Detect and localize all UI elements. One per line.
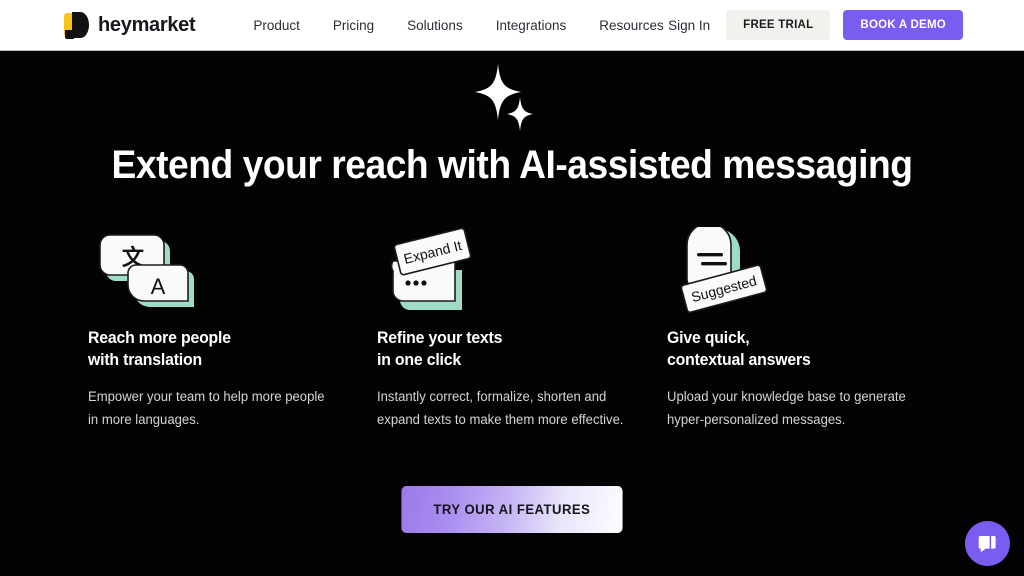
- feature-card-translation: 文 A Reach more people with translation E…: [88, 227, 377, 431]
- page-title: Extend your reach with AI-assisted messa…: [111, 143, 913, 187]
- expand-it-card-icon: Expand It: [377, 227, 487, 319]
- heymarket-logo-icon: [64, 11, 90, 39]
- suggested-reply-icon: Suggested: [667, 222, 777, 319]
- feature-title-answers: Give quick, contextual answers: [666, 329, 811, 369]
- nav-item-product[interactable]: Product: [253, 18, 300, 33]
- chat-bubble-icon: [978, 535, 996, 552]
- feature-title-translation: Reach more people with translation: [88, 329, 231, 369]
- nav-item-resources[interactable]: Resources: [599, 18, 664, 33]
- site-header: heymarket Product Pricing Solutions Inte…: [0, 0, 1024, 51]
- feature-card-answers: Suggested Give quick, contextual answers…: [666, 222, 956, 431]
- cta-container: TRY OUR AI FEATURES: [0, 486, 1024, 533]
- try-ai-features-button[interactable]: TRY OUR AI FEATURES: [401, 486, 623, 533]
- feature-body-translation: Empower your team to help more people in…: [88, 389, 325, 427]
- sparkle-decoration: [467, 64, 557, 136]
- feature-list: 文 A Reach more people with translation E…: [88, 222, 956, 431]
- landing-page: heymarket Product Pricing Solutions Inte…: [0, 0, 1024, 576]
- chat-widget-button[interactable]: [965, 521, 1010, 566]
- translate-bubbles-icon: 文 A: [88, 227, 198, 319]
- header-actions: Sign In FREE TRIAL BOOK A DEMO: [668, 10, 963, 40]
- brand-logo[interactable]: heymarket: [64, 11, 196, 39]
- feature-card-refine: Expand It Refine your texts in one click…: [377, 227, 666, 431]
- sparkle-icon-small: [507, 97, 533, 131]
- free-trial-button[interactable]: FREE TRIAL: [726, 10, 831, 40]
- nav-item-solutions[interactable]: Solutions: [407, 18, 463, 33]
- nav-item-pricing[interactable]: Pricing: [333, 18, 374, 33]
- nav-item-integrations[interactable]: Integrations: [496, 18, 567, 33]
- main-nav: Product Pricing Solutions Integrations R…: [253, 18, 663, 33]
- sign-in-link[interactable]: Sign In: [668, 18, 710, 33]
- feature-title-refine: Refine your texts in one click: [377, 329, 503, 369]
- brand-name: heymarket: [98, 13, 196, 36]
- book-demo-button[interactable]: BOOK A DEMO: [843, 10, 963, 40]
- hero-section: Extend your reach with AI-assisted messa…: [0, 51, 1024, 576]
- feature-body-refine: Instantly correct, formalize, shorten an…: [377, 389, 624, 427]
- svg-text:A: A: [151, 274, 166, 299]
- feature-body-answers: Upload your knowledge base to generate h…: [666, 389, 906, 427]
